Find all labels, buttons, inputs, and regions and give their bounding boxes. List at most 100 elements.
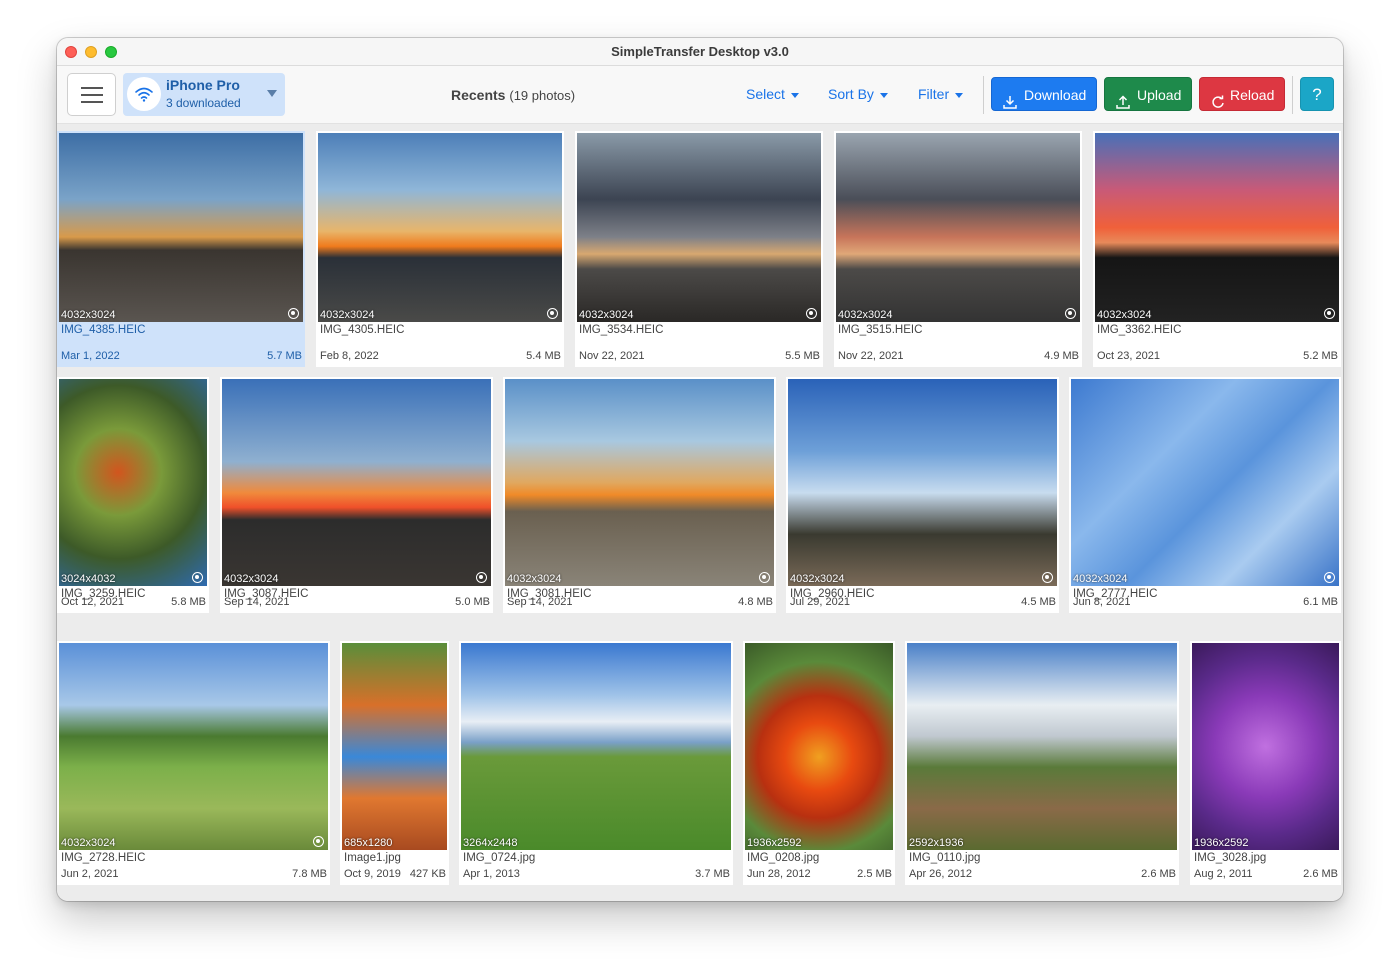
photo-dimensions: 4032x3024 [790, 573, 845, 585]
upload-button[interactable]: Upload [1104, 77, 1192, 111]
photo-dimensions: 1936x2592 [1194, 837, 1249, 849]
photo-card[interactable]: 1936x2592 IMG_0208.jpg Jun 28, 2012 2.5 MB [743, 641, 895, 885]
photo-dimensions: 4032x3024 [838, 309, 893, 321]
photo-size: 2.6 MB [1141, 868, 1176, 880]
app-window: SimpleTransfer Desktop v3.0 iPhone Pro 3… [57, 38, 1343, 901]
photo-thumbnail[interactable]: 1936x2592 [1192, 643, 1339, 850]
photo-date: Feb 8, 2022 [320, 350, 379, 362]
photo-card[interactable]: 4032x3024 IMG_2960.HEIC Jul 29, 2021 4.5 MB [786, 377, 1059, 613]
photo-filename: IMG_0110.jpg [909, 852, 981, 864]
photo-filename: Image1.jpg [344, 852, 401, 864]
photo-dimensions: 4032x3024 [507, 573, 562, 585]
photo-thumbnail[interactable]: 4032x3024 [505, 379, 774, 586]
upload-icon [1116, 87, 1130, 121]
hamburger-menu-button[interactable] [67, 73, 116, 116]
window-title: SimpleTransfer Desktop v3.0 [611, 44, 789, 59]
live-photo-icon [313, 836, 324, 847]
photo-card[interactable]: 4032x3024 IMG_3087.HEIC Sep 14, 2021 5.0 MB [220, 377, 493, 613]
photo-size: 427 KB [409, 868, 446, 880]
device-selector[interactable]: iPhone Pro 3 downloaded [123, 73, 285, 116]
photo-card[interactable]: 1936x2592 IMG_3028.jpg Aug 2, 2011 2.6 MB [1190, 641, 1341, 885]
photo-date: Nov 22, 2021 [579, 350, 645, 362]
photo-dimensions: 4032x3024 [320, 309, 375, 321]
photo-card[interactable]: 4032x3024 IMG_4305.HEIC Feb 8, 2022 5.4 MB [316, 131, 564, 367]
live-photo-icon [806, 308, 817, 319]
reload-button[interactable]: Reload [1199, 77, 1285, 111]
photo-thumbnail[interactable]: 4032x3024 [59, 643, 328, 850]
photo-card[interactable]: 4032x3024 IMG_3362.HEIC Oct 23, 2021 5.2 MB [1093, 131, 1341, 367]
live-photo-icon [476, 572, 487, 583]
photo-date: Jul 29, 2021 [790, 596, 850, 608]
photo-card[interactable]: 3024x4032 IMG_3259.HEIC Oct 12, 2021 5.8 MB [57, 377, 209, 613]
photo-thumbnail[interactable]: 4032x3024 [836, 133, 1080, 322]
photo-size: 5.5 MB [785, 350, 820, 362]
photo-date: Aug 2, 2011 [1194, 868, 1253, 880]
help-button[interactable]: ? [1300, 77, 1334, 111]
select-dropdown[interactable]: Select [746, 86, 799, 102]
live-photo-icon [1324, 308, 1335, 319]
download-button[interactable]: Download [991, 77, 1097, 111]
photo-dimensions: 4032x3024 [61, 309, 116, 321]
photo-card[interactable]: 4032x3024 IMG_3515.HEIC Nov 22, 2021 4.9 MB [834, 131, 1082, 367]
recents-label: Recents [451, 87, 506, 103]
photo-filename: IMG_4385.HEIC [61, 324, 146, 336]
toolbar-divider [983, 76, 984, 114]
filter-dropdown[interactable]: Filter [918, 86, 963, 102]
photo-size: 5.0 MB [455, 596, 490, 608]
photo-filename: IMG_3515.HEIC [838, 324, 923, 336]
photo-dimensions: 4032x3024 [61, 837, 116, 849]
photo-card[interactable]: 3264x2448 IMG_0724.jpg Apr 1, 2013 3.7 MB [459, 641, 733, 885]
hamburger-icon [81, 87, 103, 89]
photo-card[interactable]: 4032x3024 IMG_2728.HEIC Jun 2, 2021 7.8 MB [57, 641, 330, 885]
photo-thumbnail[interactable]: 4032x3024 [577, 133, 821, 322]
photo-date: Nov 22, 2021 [838, 350, 904, 362]
photo-thumbnail[interactable]: 4032x3024 [1071, 379, 1339, 586]
wifi-icon [127, 77, 161, 111]
photo-size: 5.8 MB [171, 596, 206, 608]
photo-dimensions: 1936x2592 [747, 837, 802, 849]
photo-thumbnail[interactable]: 4032x3024 [788, 379, 1057, 586]
photo-date: Apr 26, 2012 [909, 868, 972, 880]
live-photo-icon [192, 572, 203, 583]
photo-date: Oct 23, 2021 [1097, 350, 1160, 362]
photo-size: 5.7 MB [267, 350, 302, 362]
photo-thumbnail[interactable]: 4032x3024 [59, 133, 303, 322]
photo-filename: IMG_3028.jpg [1194, 852, 1267, 864]
live-photo-icon [1065, 308, 1076, 319]
photo-thumbnail[interactable]: 4032x3024 [222, 379, 491, 586]
live-photo-icon [1042, 572, 1053, 583]
toolbar-divider [1292, 76, 1293, 114]
photo-thumbnail[interactable]: 3264x2448 [461, 643, 731, 850]
photo-date: Oct 12, 2021 [61, 596, 124, 608]
photo-size: 6.1 MB [1303, 596, 1338, 608]
reload-label: Reload [1230, 87, 1275, 103]
photo-thumbnail[interactable]: 1936x2592 [745, 643, 893, 850]
photo-dimensions: 4032x3024 [1097, 309, 1152, 321]
photo-date: Jun 8, 2021 [1073, 596, 1131, 608]
photo-size: 2.6 MB [1303, 868, 1338, 880]
photo-dimensions: 3264x2448 [463, 837, 518, 849]
photo-card[interactable]: 685x1280 Image1.jpg Oct 9, 2019 427 KB [340, 641, 449, 885]
photo-card[interactable]: 2592x1936 IMG_0110.jpg Apr 26, 2012 2.6 MB [905, 641, 1179, 885]
photo-thumbnail[interactable]: 4032x3024 [318, 133, 562, 322]
photo-size: 2.5 MB [857, 868, 892, 880]
photo-card[interactable]: 4032x3024 IMG_3534.HEIC Nov 22, 2021 5.5 MB [575, 131, 823, 367]
download-label: Download [1024, 87, 1087, 103]
photo-thumbnail[interactable]: 3024x4032 [59, 379, 207, 586]
photo-thumbnail[interactable]: 2592x1936 [907, 643, 1177, 850]
photo-date: Oct 9, 2019 [344, 868, 401, 880]
device-name: iPhone Pro [166, 77, 240, 93]
photo-card[interactable]: 4032x3024 IMG_2777.HEIC Jun 8, 2021 6.1 MB [1069, 377, 1341, 613]
photo-thumbnail[interactable]: 4032x3024 [1095, 133, 1339, 322]
photo-card[interactable]: 4032x3024 IMG_4385.HEIC Mar 1, 2022 5.7 MB [57, 131, 305, 367]
photo-date: Jun 28, 2012 [747, 868, 811, 880]
photo-card[interactable]: 4032x3024 IMG_3081.HEIC Sep 14, 2021 4.8 MB [503, 377, 776, 613]
photo-size: 3.7 MB [695, 868, 730, 880]
photo-count: (19 photos) [509, 88, 576, 103]
photo-thumbnail[interactable]: 685x1280 [342, 643, 447, 850]
photo-size: 4.8 MB [738, 596, 773, 608]
photo-dimensions: 4032x3024 [1073, 573, 1128, 585]
photo-date: Apr 1, 2013 [463, 868, 520, 880]
sort-by-dropdown[interactable]: Sort By [828, 86, 888, 102]
photo-filename: IMG_0724.jpg [463, 852, 536, 864]
